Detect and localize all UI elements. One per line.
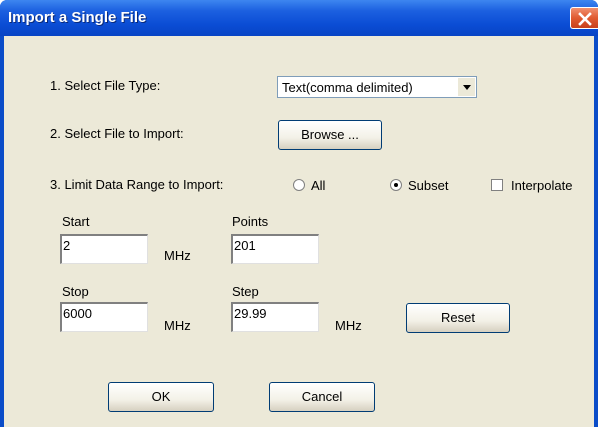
step-unit: MHz <box>335 318 362 333</box>
stop-label: Stop <box>62 284 89 299</box>
cancel-button[interactable]: Cancel <box>269 382 375 412</box>
step-label: Step <box>232 284 259 299</box>
start-input[interactable] <box>63 238 143 253</box>
dialog-body: 1. Select File Type: Text(comma delimite… <box>4 36 594 427</box>
window-title: Import a Single File <box>8 9 147 26</box>
radio-selected-dot <box>394 183 398 187</box>
ok-button[interactable]: OK <box>108 382 214 412</box>
step-input[interactable] <box>234 306 314 321</box>
select-file-label: 2. Select File to Import: <box>50 126 184 141</box>
start-unit: MHz <box>164 248 191 263</box>
close-icon <box>578 12 592 26</box>
points-label: Points <box>232 214 269 229</box>
browse-button[interactable]: Browse ... <box>278 120 382 150</box>
subset-radio[interactable] <box>390 179 402 191</box>
start-field[interactable] <box>60 234 148 264</box>
interpolate-label[interactable]: Interpolate <box>511 178 572 193</box>
interpolate-checkbox[interactable] <box>491 179 503 191</box>
points-input[interactable] <box>234 238 314 253</box>
file-type-value: Text(comma delimited) <box>282 80 413 95</box>
close-button[interactable] <box>570 7 598 29</box>
stop-unit: MHz <box>164 318 191 333</box>
start-label: Start <box>62 214 90 229</box>
all-radio[interactable] <box>293 179 305 191</box>
limit-range-label: 3. Limit Data Range to Import: <box>50 177 224 192</box>
stop-field[interactable] <box>60 302 148 332</box>
subset-radio-label[interactable]: Subset <box>408 178 448 193</box>
chevron-down-icon <box>463 85 471 90</box>
stop-input[interactable] <box>63 306 143 321</box>
points-field[interactable] <box>231 234 319 264</box>
all-radio-label[interactable]: All <box>311 178 325 193</box>
title-bar[interactable]: Import a Single File <box>0 0 598 36</box>
step-field[interactable] <box>231 302 319 332</box>
reset-button[interactable]: Reset <box>406 303 510 333</box>
select-file-type-label: 1. Select File Type: <box>50 78 161 93</box>
dropdown-button[interactable] <box>457 78 475 96</box>
file-type-dropdown[interactable]: Text(comma delimited) <box>277 76 477 98</box>
dialog-window: Import a Single File 1. Select File Type… <box>0 0 598 427</box>
